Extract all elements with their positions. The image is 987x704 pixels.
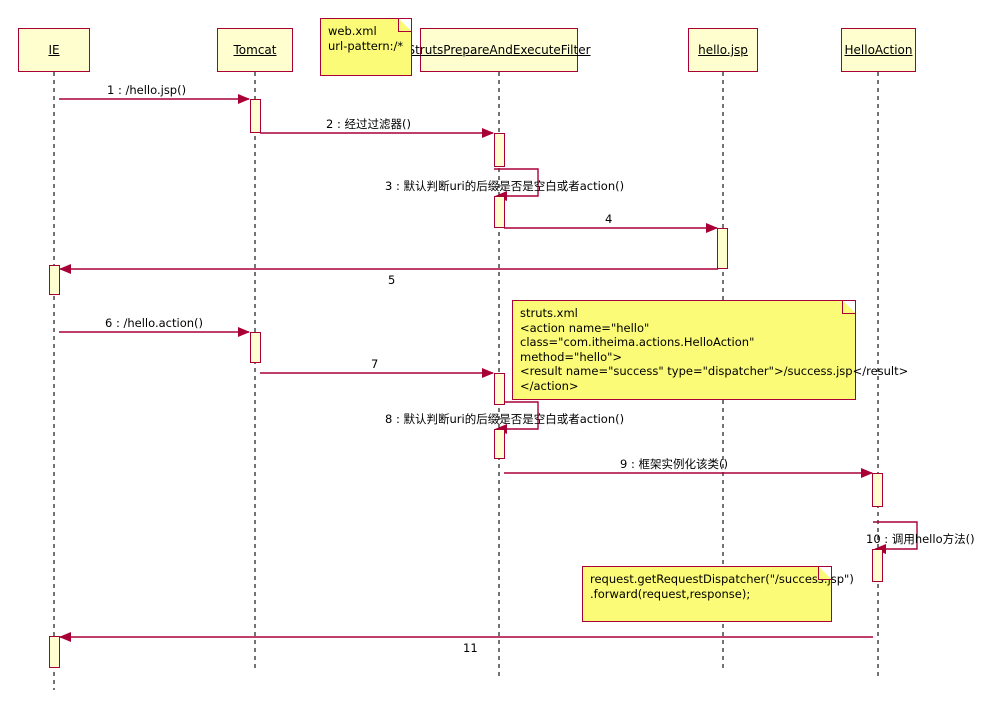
activation-bar-hello [717, 228, 728, 269]
note-text: struts.xml <action name="hello" class="c… [520, 306, 909, 393]
participant-label: IE [48, 43, 60, 57]
activation-bar-filter [494, 196, 505, 228]
message-arrowhead-7 [482, 368, 494, 378]
activation-bar-action [872, 473, 883, 507]
message-label-7: 7 [371, 357, 379, 371]
activation-bar-filter [494, 373, 505, 405]
message-arrowhead-1 [238, 94, 250, 104]
message-label-8: 8 : 默认判断uri的后缀是否是空白或者action() [385, 412, 625, 426]
note-webxml: web.xml url-pattern:/* [320, 18, 412, 76]
participant-label: HelloAction [844, 43, 913, 57]
participant-action[interactable]: HelloAction [841, 28, 916, 72]
activation-bar-action [872, 549, 883, 582]
message-arrowhead-2 [482, 128, 494, 138]
message-arrowhead-6 [238, 327, 250, 337]
message-label-5: 5 [388, 273, 396, 287]
participant-filter[interactable]: StrutsPrepareAndExecuteFilter [407, 28, 591, 72]
activation-bar-ie [49, 265, 60, 295]
participant-label: Tomcat [233, 43, 277, 57]
message-label-4: 4 [605, 212, 613, 226]
message-label-1: 1 : /hello.jsp() [107, 83, 187, 97]
note-fold-corner-icon [842, 301, 855, 314]
activation-bar-tomcat [250, 332, 261, 363]
participant-label: StrutsPrepareAndExecuteFilter [407, 43, 591, 57]
activation-bar-filter [494, 133, 505, 167]
participant-hello[interactable]: hello.jsp [688, 28, 758, 72]
message-label-9: 9 : 框架实例化该类() [620, 457, 728, 471]
note-fold-corner-icon [398, 19, 411, 32]
message-arrowhead-5 [59, 264, 71, 274]
message-label-10: 10 : 调用hello方法() [866, 532, 975, 546]
note-text: web.xml url-pattern:/* [328, 24, 404, 53]
message-label-3: 3 : 默认判断uri的后缀是否是空白或者action() [385, 179, 625, 193]
note-text: request.getRequestDispatcher("/success.j… [590, 572, 854, 601]
activation-bar-ie [49, 636, 60, 668]
note-dispatcher: request.getRequestDispatcher("/success.j… [582, 566, 854, 622]
participant-tomcat[interactable]: Tomcat [217, 28, 293, 72]
note-fold-corner-icon [818, 567, 831, 580]
message-label-6: 6 : /hello.action() [105, 316, 203, 330]
message-arrowhead-11 [59, 632, 71, 642]
participant-label: hello.jsp [698, 43, 748, 57]
note-struts: struts.xml <action name="hello" class="c… [512, 300, 908, 400]
activation-bar-tomcat [250, 99, 261, 133]
message-label-11: 11 [463, 641, 478, 655]
sequence-diagram-canvas: IE Tomcat StrutsPrepareAndExecuteFilter hel… [0, 0, 987, 704]
message-label-2: 2 : 经过过滤器() [326, 117, 411, 131]
participant-ie[interactable]: IE [18, 28, 90, 72]
activation-bar-filter [494, 429, 505, 459]
